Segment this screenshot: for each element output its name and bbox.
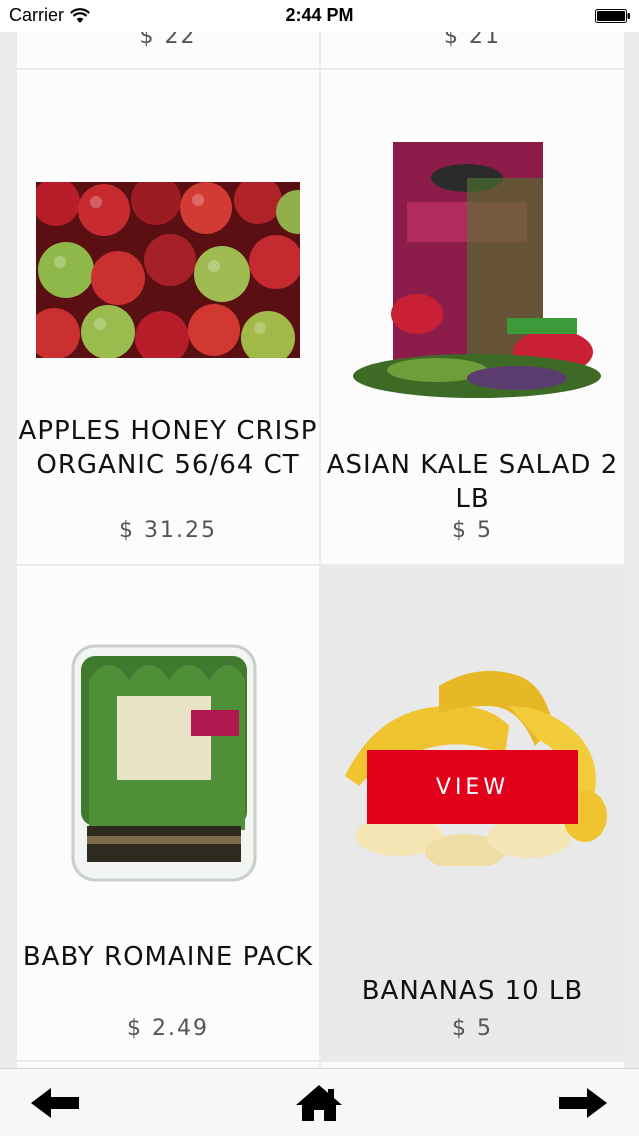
forward-button[interactable]: [556, 1083, 610, 1123]
status-bar: Carrier 2:44 PM: [0, 0, 639, 32]
product-card-bananas[interactable]: VIEW BANANAS 10 LB $ 5: [321, 566, 624, 1060]
kale-salad-image: [347, 138, 603, 402]
product-price: $ 31.25: [119, 518, 217, 543]
product-name: APPLES HONEY CRISP ORGANIC 56/64 CT: [18, 416, 318, 480]
battery-icon: [595, 9, 630, 23]
home-button[interactable]: [292, 1083, 346, 1123]
product-grid: $ 22 $ 21 APPLES HONEY CRISP ORGANIC 56/…: [17, 32, 624, 1068]
product-price: $ 5: [452, 518, 493, 543]
product-name: BABY ROMAINE PACK: [22, 942, 314, 972]
product-card-partial-right[interactable]: $ 21: [321, 32, 624, 68]
product-card-kale-salad[interactable]: ASIAN KALE SALAD 2 LB $ 5: [321, 70, 624, 564]
apples-image: [36, 182, 300, 358]
view-button[interactable]: VIEW: [367, 750, 578, 824]
arrow-left-icon: [31, 1088, 79, 1118]
status-time: 2:44 PM: [285, 5, 354, 25]
product-name: BANANAS 10 LB: [361, 976, 584, 1006]
product-card-romaine[interactable]: BABY ROMAINE PACK $ 2.49: [17, 566, 319, 1060]
product-card-partial-left[interactable]: $ 22: [17, 32, 319, 68]
back-button[interactable]: [28, 1083, 82, 1123]
product-price: $ 2.49: [127, 1016, 209, 1041]
product-price: $ 21: [444, 32, 501, 49]
romaine-image: [69, 640, 259, 886]
left-margin: [0, 32, 17, 1068]
product-card-apples[interactable]: APPLES HONEY CRISP ORGANIC 56/64 CT $ 31…: [17, 70, 319, 564]
bottom-toolbar: [0, 1068, 639, 1136]
arrow-right-icon: [559, 1088, 607, 1118]
product-price: $ 22: [139, 32, 197, 49]
home-icon: [296, 1085, 342, 1121]
product-name: ASIAN KALE SALAD 2 LB: [326, 450, 619, 514]
right-margin: [624, 32, 639, 1068]
product-price: $ 5: [452, 1016, 493, 1041]
